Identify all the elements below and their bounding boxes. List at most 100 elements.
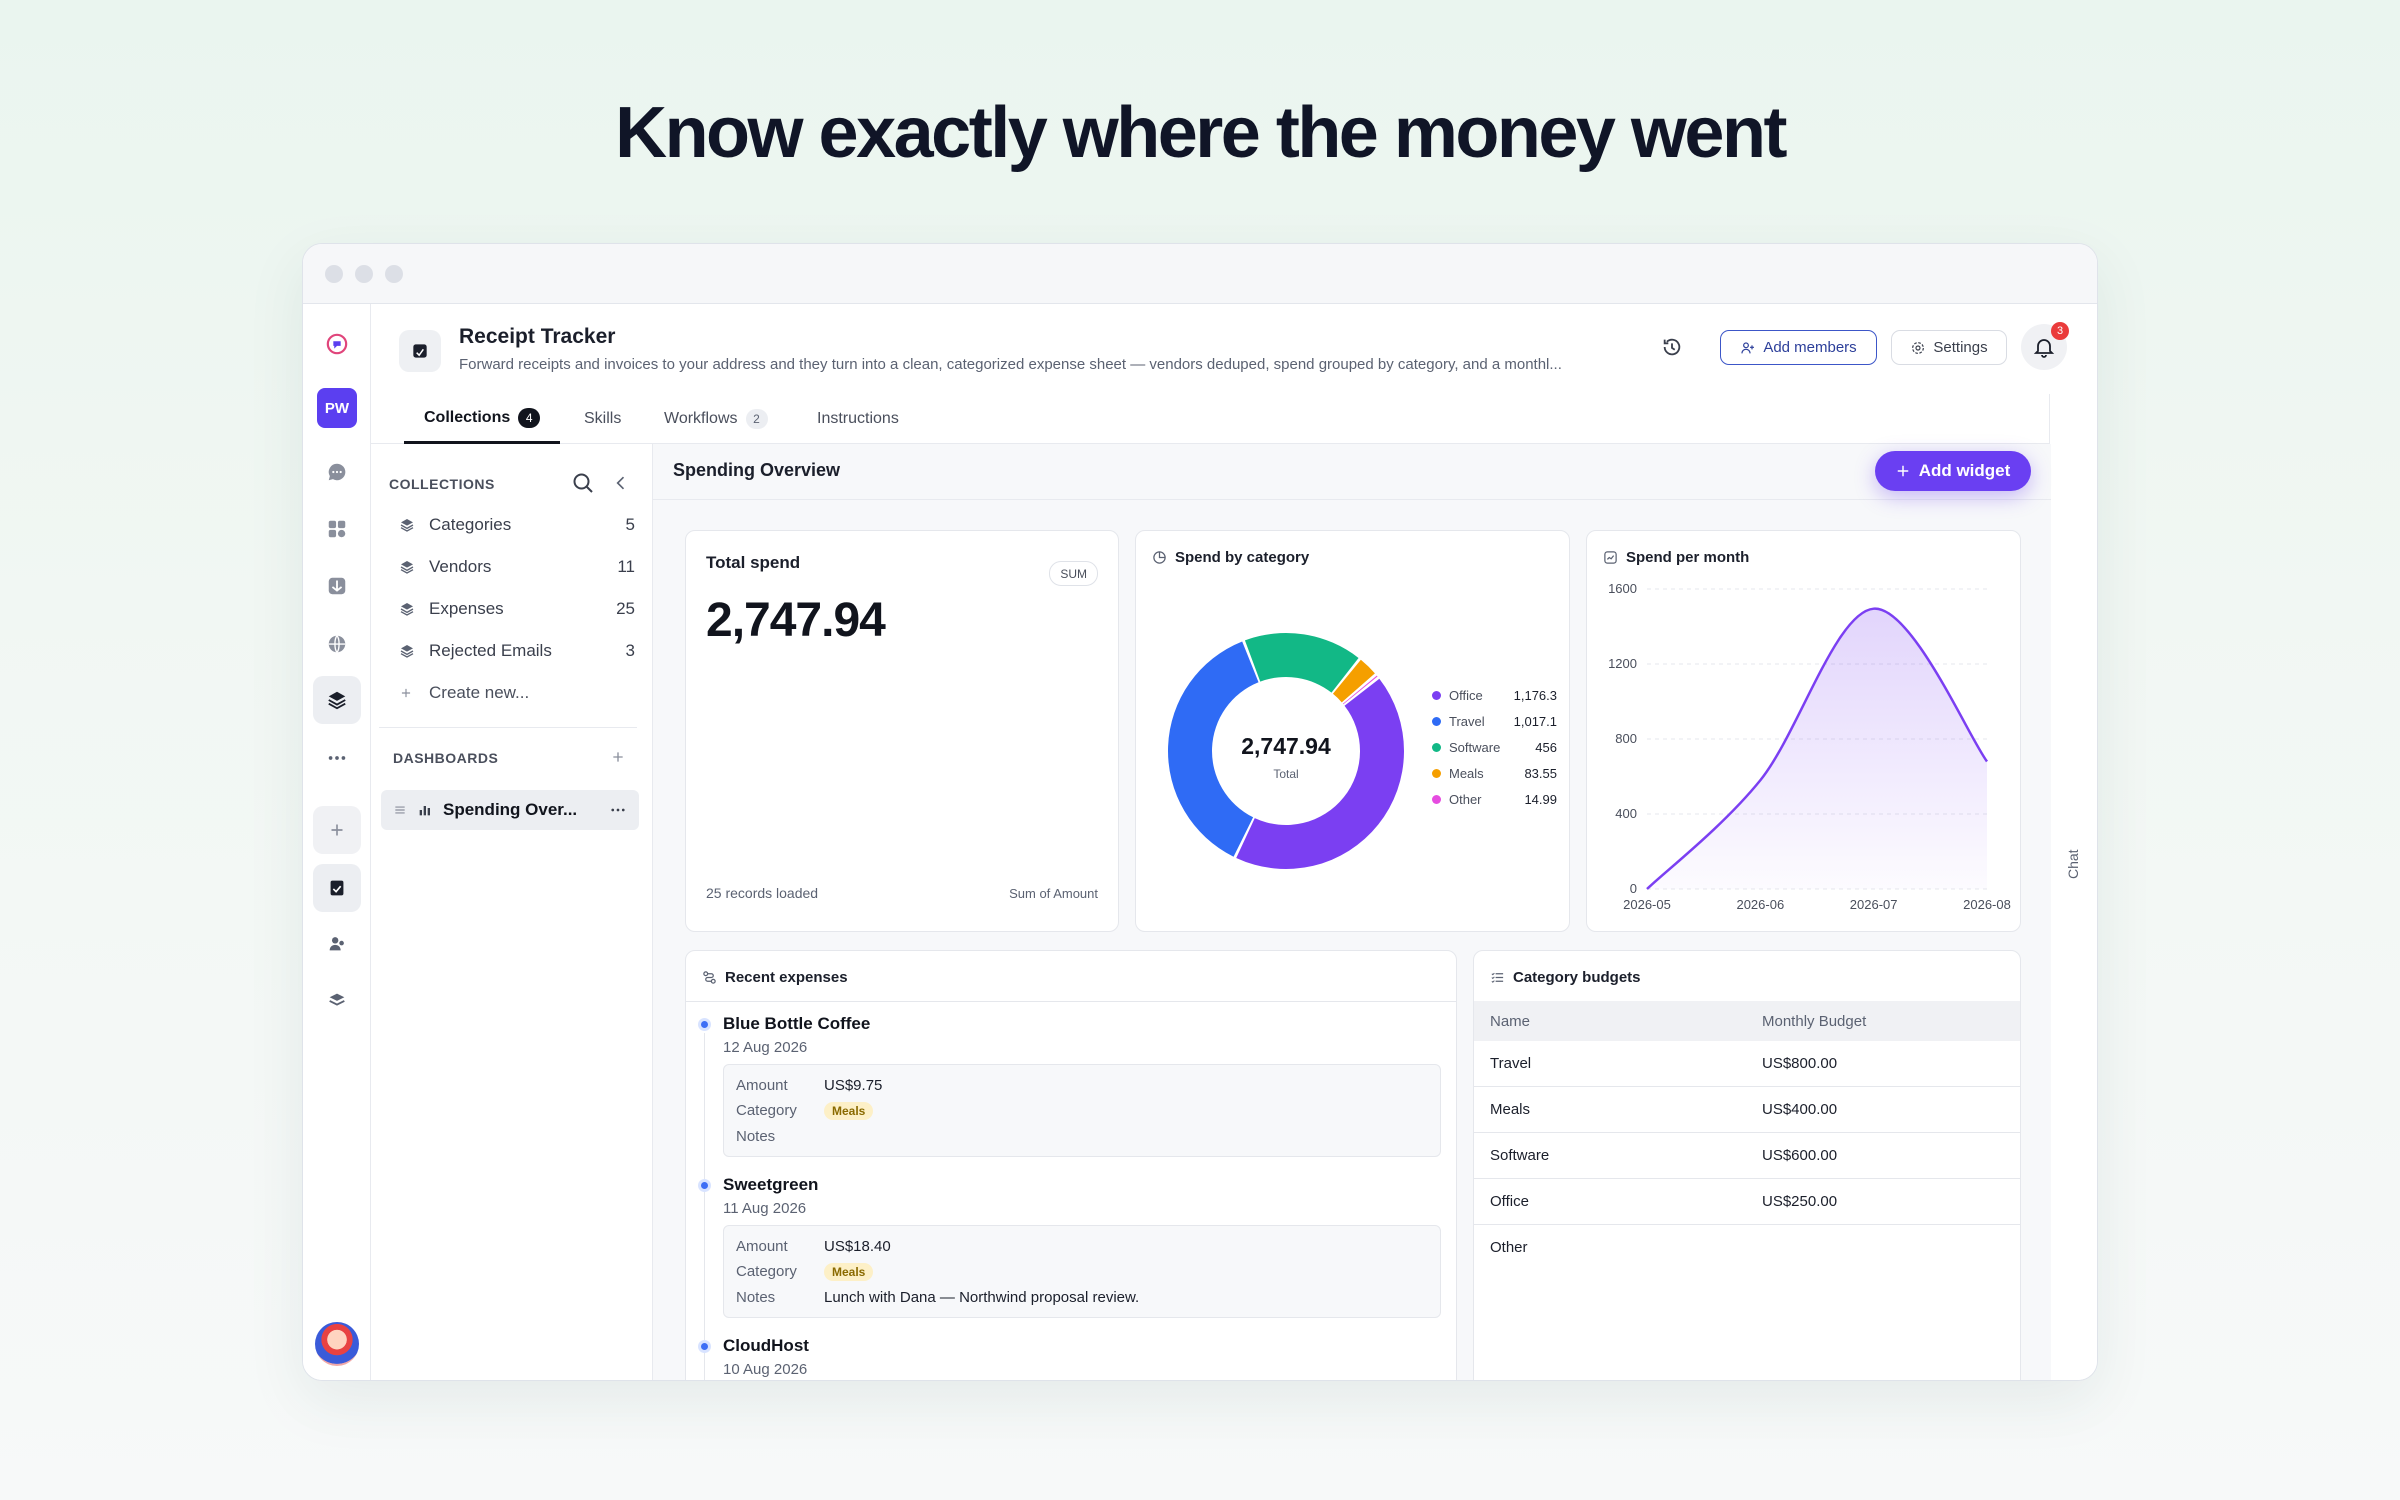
expense-vendor[interactable]: Sweetgreen bbox=[723, 1175, 818, 1195]
tab-workflows[interactable]: Workflows 2 bbox=[664, 394, 768, 444]
collection-name: Expenses bbox=[429, 599, 504, 618]
expense-vendor[interactable]: CloudHost bbox=[723, 1336, 809, 1356]
category-label: Category bbox=[736, 1102, 797, 1119]
legend-item-travel[interactable]: Travel 1,017.1 bbox=[1432, 711, 1557, 731]
table-row[interactable]: Travel US$800.00 bbox=[1474, 1041, 2020, 1087]
page-headline: Know exactly where the money went bbox=[615, 93, 1787, 173]
chevron-left-icon[interactable] bbox=[611, 473, 631, 493]
table-row[interactable]: Office US$250.00 bbox=[1474, 1179, 2020, 1225]
spend-per-month-card[interactable]: Spend per month 0 400 800 1200 1600 2026-05 20… bbox=[1586, 530, 2021, 932]
cell-budget: US$400.00 bbox=[1762, 1101, 1838, 1118]
legend-item-meals[interactable]: Meals 83.55 bbox=[1432, 763, 1557, 783]
add-widget-button[interactable]: Add widget bbox=[1875, 451, 2031, 491]
chat-panel-toggle[interactable]: Chat bbox=[2049, 394, 2097, 1380]
amount-label: Amount bbox=[736, 1238, 788, 1255]
collection-count: 11 bbox=[617, 557, 635, 576]
add-user-icon bbox=[1741, 341, 1755, 353]
category-tag: Meals bbox=[824, 1263, 874, 1281]
legend-swatch bbox=[1432, 794, 1441, 804]
settings-label: Settings bbox=[1933, 339, 1988, 356]
history-icon[interactable] bbox=[1657, 332, 1687, 362]
donut-center-value: 2,747.94 bbox=[1241, 733, 1331, 759]
y-tick-label: 1600 bbox=[1608, 581, 1637, 596]
create-new-collection[interactable]: Create new... bbox=[399, 673, 635, 713]
column-header-name[interactable]: Name bbox=[1490, 1013, 1530, 1030]
notifications-button[interactable]: 3 bbox=[2021, 322, 2069, 370]
line-chart-icon bbox=[1604, 551, 1617, 564]
card-header: Spend by category bbox=[1152, 549, 1309, 566]
inbox-tray-icon[interactable] bbox=[313, 562, 361, 610]
legend-item-office[interactable]: Office 1,176.3 bbox=[1432, 685, 1557, 705]
table-row[interactable]: Software US$600.00 bbox=[1474, 1133, 2020, 1179]
total-spend-card[interactable]: Total spend SUM 2,747.94 25 records load… bbox=[685, 530, 1119, 932]
user-avatar[interactable] bbox=[315, 1322, 359, 1366]
expense-details[interactable]: Amount US$18.40 Category Meals Notes Lun… bbox=[723, 1225, 1441, 1318]
collection-item-categories[interactable]: Categories 5 bbox=[399, 505, 635, 545]
receipt-app-icon[interactable] bbox=[313, 864, 361, 912]
dashboards-header: DASHBOARDS bbox=[393, 750, 499, 766]
timeline-line bbox=[704, 1033, 705, 1380]
aggregation-label: Sum of Amount bbox=[1009, 886, 1098, 901]
collection-item-expenses[interactable]: Expenses 25 bbox=[399, 589, 635, 629]
tab-instructions[interactable]: Instructions bbox=[817, 394, 899, 444]
tab-label: Collections bbox=[424, 408, 511, 426]
search-icon[interactable] bbox=[571, 471, 595, 495]
workspace-avatar[interactable]: PW bbox=[317, 388, 357, 428]
layers-icon bbox=[399, 517, 417, 533]
x-tick-label: 2026-05 bbox=[1623, 897, 1671, 911]
x-tick-label: 2026-08 bbox=[1963, 897, 2011, 911]
tab-label: Workflows bbox=[664, 410, 738, 427]
settings-button[interactable]: Settings bbox=[1891, 330, 2007, 365]
category-budgets-card[interactable]: Category budgets Name Monthly Budget Tra… bbox=[1473, 950, 2021, 1380]
tab-collections[interactable]: Collections 4 bbox=[404, 394, 561, 444]
drag-handle-icon[interactable] bbox=[393, 803, 407, 817]
window-minimize-dot[interactable] bbox=[355, 265, 373, 283]
more-dots-icon[interactable] bbox=[609, 801, 627, 819]
legend-label: Travel bbox=[1449, 713, 1485, 729]
dashboard-name: Spending Over... bbox=[443, 800, 578, 819]
chat-bubble-icon[interactable] bbox=[313, 448, 361, 496]
stack-icon[interactable] bbox=[313, 976, 361, 1024]
donut-slice-office[interactable] bbox=[1236, 678, 1404, 869]
people-icon[interactable] bbox=[313, 920, 361, 968]
recent-expenses-card[interactable]: Recent expenses Blue Bottle Coffee 12 Au… bbox=[685, 950, 1457, 1380]
add-dashboard-icon[interactable] bbox=[610, 749, 626, 765]
apps-grid-icon[interactable] bbox=[313, 505, 361, 553]
collection-name: Vendors bbox=[429, 557, 492, 576]
cell-name: Office bbox=[1490, 1193, 1529, 1210]
table-row[interactable]: Meals US$400.00 bbox=[1474, 1087, 2020, 1133]
dashboard-item-spending-overview[interactable]: Spending Over... bbox=[381, 790, 639, 830]
app-description: Forward receipts and invoices to your ad… bbox=[459, 356, 1562, 373]
collection-count: 3 bbox=[625, 641, 635, 660]
collection-name: Categories bbox=[429, 515, 512, 534]
list-icon bbox=[1491, 972, 1504, 983]
y-tick-label: 400 bbox=[1615, 806, 1637, 821]
cell-budget: US$600.00 bbox=[1762, 1147, 1838, 1164]
layers-icon[interactable] bbox=[313, 676, 361, 724]
collection-count: 5 bbox=[625, 515, 635, 534]
legend-item-software[interactable]: Software 456 bbox=[1432, 737, 1557, 757]
total-spend-value: 2,747.94 bbox=[706, 594, 886, 647]
legend-item-other[interactable]: Other 14.99 bbox=[1432, 789, 1557, 809]
add-members-button[interactable]: Add members bbox=[1720, 330, 1877, 365]
expense-details[interactable]: Amount US$9.75 Category Meals Notes bbox=[723, 1064, 1441, 1157]
expense-vendor[interactable]: Blue Bottle Coffee bbox=[723, 1014, 870, 1034]
globe-icon[interactable] bbox=[313, 620, 361, 668]
area-fill bbox=[1647, 608, 1987, 889]
window-maximize-dot[interactable] bbox=[385, 265, 403, 283]
spend-by-category-card[interactable]: Spend by category 2,747.94 Total Office 1… bbox=[1135, 530, 1570, 932]
tab-skills[interactable]: Skills bbox=[584, 394, 621, 444]
add-plus-icon[interactable] bbox=[313, 806, 361, 854]
window-titlebar bbox=[303, 244, 2097, 304]
window-close-dot[interactable] bbox=[325, 265, 343, 283]
card-header: Category budgets bbox=[1490, 969, 1641, 986]
table-row[interactable]: Other bbox=[1474, 1225, 2020, 1271]
app-logo-icon[interactable] bbox=[313, 320, 361, 368]
notification-badge: 3 bbox=[2051, 322, 2069, 340]
collection-item-rejected-emails[interactable]: Rejected Emails 3 bbox=[399, 631, 635, 671]
expense-date: 12 Aug 2026 bbox=[723, 1039, 808, 1056]
column-header-monthly-budget[interactable]: Monthly Budget bbox=[1762, 1013, 1866, 1030]
more-dots-icon[interactable] bbox=[313, 734, 361, 782]
bell-icon bbox=[2033, 339, 2055, 358]
collection-item-vendors[interactable]: Vendors 11 bbox=[399, 547, 635, 587]
